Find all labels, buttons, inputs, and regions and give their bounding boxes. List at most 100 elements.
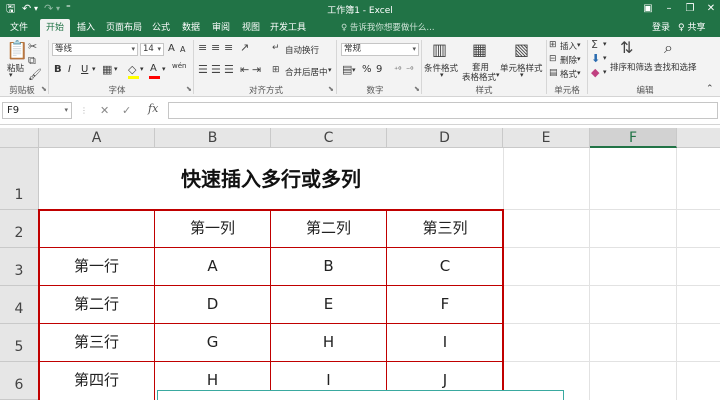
cell-styles-icon[interactable]: ▧ xyxy=(514,41,529,59)
tab-view[interactable]: 视图 xyxy=(238,19,264,37)
paste-dropdown-icon[interactable]: ▾ xyxy=(9,71,13,79)
login-link[interactable]: 登录 xyxy=(652,19,670,37)
cell-a3[interactable]: 第一行 xyxy=(39,248,154,285)
cell-c3[interactable]: B xyxy=(271,248,386,285)
clear-dropdown-icon[interactable]: ▾ xyxy=(603,68,607,76)
row-header-4[interactable]: 4 xyxy=(0,286,39,324)
column-header-a[interactable]: A xyxy=(39,128,155,148)
phonetic-button[interactable]: wén xyxy=(172,62,186,70)
align-center-icon[interactable]: ☰ xyxy=(211,64,221,76)
share-button[interactable]: ♀ 共享 xyxy=(678,19,705,37)
column-header-e[interactable]: E xyxy=(503,128,590,148)
decrease-decimal-icon[interactable]: ⁻⁰ xyxy=(406,64,413,76)
fill-color-icon[interactable]: ◇ xyxy=(128,64,136,76)
font-size-select[interactable]: 14 ▾ xyxy=(140,43,164,56)
format-painter-icon[interactable]: 🖌 xyxy=(28,69,42,81)
name-box[interactable]: F9 ▾ xyxy=(2,102,72,119)
align-left-icon[interactable]: ☰ xyxy=(198,64,208,76)
cell-d4[interactable]: F xyxy=(387,286,503,323)
tab-developer[interactable]: 开发工具 xyxy=(268,19,308,37)
column-header-f[interactable]: F xyxy=(590,128,677,148)
tab-insert[interactable]: 插入 xyxy=(72,19,100,37)
close-icon[interactable]: ✕ xyxy=(704,1,718,17)
alignment-launcher-icon[interactable]: ⬊ xyxy=(328,85,334,93)
delete-dropdown-icon[interactable]: ▾ xyxy=(577,55,581,63)
clear-icon[interactable]: ◆ xyxy=(591,67,599,79)
table-dropdown-icon[interactable]: ▾ xyxy=(496,71,500,79)
cell-d5[interactable]: I xyxy=(387,324,503,361)
cell-c5[interactable]: H xyxy=(271,324,386,361)
paste-icon[interactable]: 📋 xyxy=(6,41,28,61)
italic-button[interactable]: I xyxy=(68,64,71,75)
enter-icon[interactable]: ✓ xyxy=(122,103,131,118)
cell-b4[interactable]: D xyxy=(155,286,270,323)
format-cells-icon[interactable]: ▤ xyxy=(549,67,558,79)
row-header-5[interactable]: 5 xyxy=(0,324,39,362)
format-as-table-icon[interactable]: ▦ xyxy=(472,41,487,59)
select-all-corner[interactable] xyxy=(0,128,39,148)
cell-d2[interactable]: 第三列 xyxy=(387,210,503,247)
accounting-dropdown-icon[interactable]: ▾ xyxy=(352,66,356,74)
increase-indent-icon[interactable]: ⇥ xyxy=(252,64,261,76)
sort-filter-button[interactable]: 排序和筛选 xyxy=(610,61,653,73)
tab-data[interactable]: 数据 xyxy=(178,19,204,37)
autosum-icon[interactable]: Σ xyxy=(591,39,598,51)
decrease-indent-icon[interactable]: ⇤ xyxy=(240,64,249,76)
fill-icon[interactable]: ⬇ xyxy=(591,53,600,65)
font-name-select[interactable]: 等线 ▾ xyxy=(52,43,138,56)
minimize-icon[interactable]: – xyxy=(662,1,676,17)
cancel-icon[interactable]: ✕ xyxy=(100,103,109,118)
tab-home[interactable]: 开始 xyxy=(40,19,70,37)
format-dropdown-icon[interactable]: ▾ xyxy=(577,69,581,77)
font-launcher-icon[interactable]: ⬊ xyxy=(186,85,192,93)
shrink-font-button[interactable]: A xyxy=(180,45,185,54)
font-color-button[interactable]: A xyxy=(150,63,157,74)
align-bottom-icon[interactable]: ≡ xyxy=(224,42,233,54)
fill-dropdown-icon[interactable]: ▾ xyxy=(140,65,144,73)
tab-formulas[interactable]: 公式 xyxy=(148,19,174,37)
find-select-icon[interactable]: ⌕ xyxy=(664,39,673,57)
cell-a4[interactable]: 第二行 xyxy=(39,286,154,323)
cell-styles-dropdown-icon[interactable]: ▾ xyxy=(520,71,524,79)
cell-b5[interactable]: G xyxy=(155,324,270,361)
insert-dropdown-icon[interactable]: ▾ xyxy=(577,41,581,49)
restore-icon[interactable]: ❐ xyxy=(683,1,697,17)
cell-a2[interactable] xyxy=(39,210,154,247)
underline-button[interactable]: U xyxy=(81,64,88,75)
wrap-text-icon[interactable]: ↵ xyxy=(272,42,280,54)
tab-page-layout[interactable]: 页面布局 xyxy=(104,19,144,37)
ribbon-display-icon[interactable]: ▣ xyxy=(641,1,655,17)
column-header-d[interactable]: D xyxy=(387,128,503,148)
tab-review[interactable]: 审阅 xyxy=(208,19,234,37)
row-header-2[interactable]: 2 xyxy=(0,210,39,248)
underline-dropdown-icon[interactable]: ▾ xyxy=(92,65,96,73)
align-middle-icon[interactable]: ≡ xyxy=(211,42,220,54)
font-color-dropdown-icon[interactable]: ▾ xyxy=(162,65,166,73)
column-header-c[interactable]: C xyxy=(271,128,387,148)
tab-file[interactable]: 文件 xyxy=(4,19,34,37)
number-format-select[interactable]: 常规 ▾ xyxy=(341,43,419,56)
increase-decimal-icon[interactable]: ⁺⁰ xyxy=(394,64,401,76)
sort-filter-icon[interactable]: ⇅ xyxy=(620,39,633,57)
collapse-ribbon-icon[interactable]: ⌃ xyxy=(706,83,714,95)
cell-b2[interactable]: 第一列 xyxy=(155,210,270,247)
cell-a6[interactable]: 第四行 xyxy=(39,362,154,399)
fill-dropdown-icon[interactable]: ▾ xyxy=(603,54,607,62)
borders-icon[interactable]: ▦ xyxy=(102,64,112,76)
merge-dropdown-icon[interactable]: ▾ xyxy=(328,66,332,74)
comma-style-button[interactable]: 9 xyxy=(376,64,382,75)
number-launcher-icon[interactable]: ⬊ xyxy=(414,85,420,93)
autosum-dropdown-icon[interactable]: ▾ xyxy=(603,40,607,48)
cut-icon[interactable]: ✂ xyxy=(28,41,37,53)
bold-button[interactable]: B xyxy=(54,64,62,75)
wrap-text-button[interactable]: 自动换行 xyxy=(285,44,319,56)
insert-cells-button[interactable]: 插入 xyxy=(560,40,577,52)
align-top-icon[interactable]: ≡ xyxy=(198,42,207,54)
insert-cells-icon[interactable]: ⊞ xyxy=(549,39,557,51)
orientation-icon[interactable]: ↗ xyxy=(240,42,249,54)
row-header-1[interactable]: 1 xyxy=(0,148,39,210)
tell-me-search[interactable]: ♀ 告诉我你想要做什么... xyxy=(341,19,435,37)
cell-c4[interactable]: E xyxy=(271,286,386,323)
merge-center-icon[interactable]: ⊞ xyxy=(272,64,280,76)
merge-center-button[interactable]: 合并后居中 xyxy=(285,66,328,78)
